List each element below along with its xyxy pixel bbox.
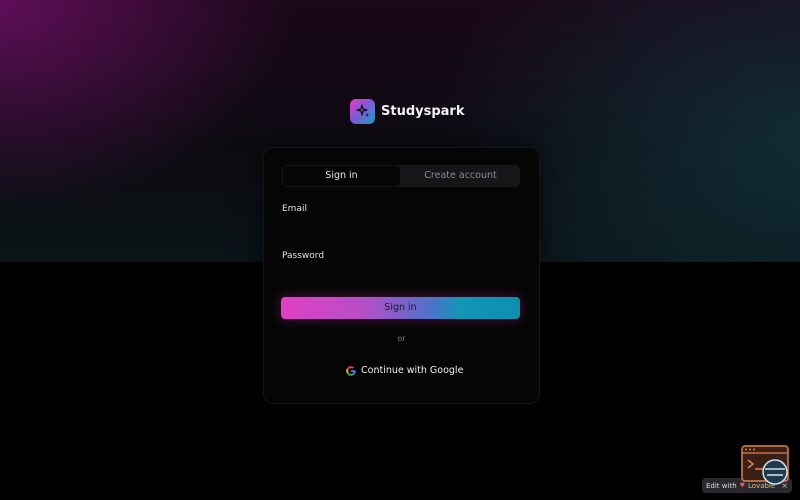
badge-prefix: Edit with — [706, 481, 737, 490]
google-button-label: Continue with Google — [361, 364, 464, 376]
password-label: Password — [282, 251, 325, 261]
auth-card: Sign in Create account Email Password Si… — [263, 147, 540, 404]
auth-tabs: Sign in Create account — [282, 165, 520, 187]
devtools-widget-icon[interactable] — [741, 445, 789, 487]
continue-with-google-button[interactable]: Continue with Google — [346, 363, 463, 377]
email-field[interactable] — [282, 220, 520, 240]
email-label: Email — [282, 204, 307, 214]
tab-sign-in[interactable]: Sign in — [283, 166, 400, 186]
brand-header: Studyspark — [350, 98, 464, 124]
or-divider: or — [397, 334, 406, 343]
google-icon — [346, 361, 356, 380]
sign-in-button[interactable]: Sign in — [281, 297, 520, 319]
password-field[interactable] — [282, 267, 520, 287]
brand-name: Studyspark — [381, 103, 465, 119]
sparkles-icon — [350, 98, 375, 124]
tab-create-account[interactable]: Create account — [402, 166, 519, 186]
